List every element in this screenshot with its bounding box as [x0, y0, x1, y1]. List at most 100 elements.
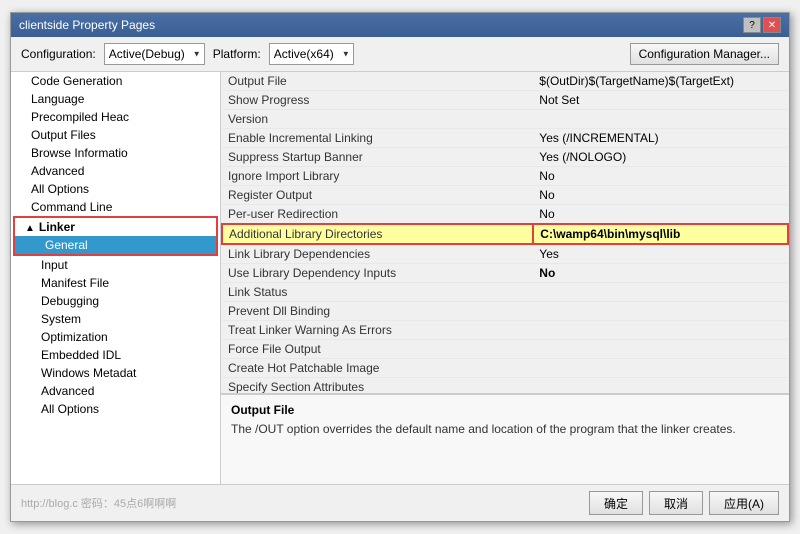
table-row[interactable]: Per-user RedirectionNo — [222, 205, 788, 225]
description-text: The /OUT option overrides the default na… — [231, 421, 779, 438]
property-value: No — [533, 205, 788, 225]
title-bar: clientside Property Pages ? ✕ — [11, 13, 789, 37]
property-value: No — [533, 186, 788, 205]
property-name: Additional Library Directories — [222, 224, 533, 244]
property-value: No — [533, 167, 788, 186]
platform-label: Platform: — [213, 47, 261, 61]
property-name: Force File Output — [222, 340, 533, 359]
property-value: Yes — [533, 244, 788, 264]
table-row[interactable]: Link Library DependenciesYes — [222, 244, 788, 264]
table-row[interactable]: Output File$(OutDir)$(TargetName)$(Targe… — [222, 72, 788, 91]
sidebar-item-language[interactable]: Language — [11, 90, 220, 108]
property-name: Use Library Dependency Inputs — [222, 264, 533, 283]
table-row[interactable]: Enable Incremental LinkingYes (/INCREMEN… — [222, 129, 788, 148]
property-name: Register Output — [222, 186, 533, 205]
config-manager-button[interactable]: Configuration Manager... — [630, 43, 779, 65]
property-value — [533, 340, 788, 359]
main-content: Code Generation Language Precompiled Hea… — [11, 72, 789, 484]
property-name: Treat Linker Warning As Errors — [222, 321, 533, 340]
property-name: Prevent Dll Binding — [222, 302, 533, 321]
properties-table: Output File$(OutDir)$(TargetName)$(Targe… — [221, 72, 789, 394]
bottom-bar: http://blog.c 密码：45点6啊啊啊 确定 取消 应用(A) — [11, 484, 789, 521]
configuration-label: Configuration: — [21, 47, 96, 61]
property-name: Enable Incremental Linking — [222, 129, 533, 148]
property-pages-window: clientside Property Pages ? ✕ Configurat… — [10, 12, 790, 522]
property-value — [533, 110, 788, 129]
property-name: Link Status — [222, 283, 533, 302]
table-row[interactable]: Prevent Dll Binding — [222, 302, 788, 321]
apply-button[interactable]: 应用(A) — [709, 491, 779, 515]
property-value — [533, 283, 788, 302]
sidebar-item-output-files[interactable]: Output Files — [11, 126, 220, 144]
cancel-button[interactable]: 取消 — [649, 491, 703, 515]
sidebar-item-advanced2[interactable]: Advanced — [11, 382, 220, 400]
table-row[interactable]: Register OutputNo — [222, 186, 788, 205]
property-value: Not Set — [533, 91, 788, 110]
configuration-select[interactable]: Active(Debug) — [104, 43, 205, 65]
sidebar-item-debugging[interactable]: Debugging — [11, 292, 220, 310]
property-value — [533, 302, 788, 321]
sidebar-section-linker[interactable]: ▲ Linker — [15, 218, 216, 236]
property-value — [533, 359, 788, 378]
configuration-select-wrap[interactable]: Active(Debug) — [104, 43, 205, 65]
table-row[interactable]: Show ProgressNot Set — [222, 91, 788, 110]
property-value — [533, 378, 788, 395]
description-title: Output File — [231, 403, 779, 417]
title-bar-buttons: ? ✕ — [743, 17, 781, 33]
linker-section-box: ▲ Linker General — [13, 216, 218, 256]
right-panel: Output File$(OutDir)$(TargetName)$(Targe… — [221, 72, 789, 484]
table-row[interactable]: Version — [222, 110, 788, 129]
sidebar-item-input[interactable]: Input — [11, 256, 220, 274]
window-title: clientside Property Pages — [19, 18, 155, 32]
table-row[interactable]: Create Hot Patchable Image — [222, 359, 788, 378]
sidebar-item-embedded-idl[interactable]: Embedded IDL — [11, 346, 220, 364]
table-row[interactable]: Additional Library DirectoriesC:\wamp64\… — [222, 224, 788, 244]
sidebar-item-command-line[interactable]: Command Line — [11, 198, 220, 216]
property-name: Version — [222, 110, 533, 129]
config-bar: Configuration: Active(Debug) Platform: A… — [11, 37, 789, 72]
sidebar-item-all-options2[interactable]: All Options — [11, 400, 220, 418]
table-row[interactable]: Force File Output — [222, 340, 788, 359]
property-name: Suppress Startup Banner — [222, 148, 533, 167]
platform-select-wrap[interactable]: Active(x64) — [269, 43, 354, 65]
table-row[interactable]: Ignore Import LibraryNo — [222, 167, 788, 186]
sidebar-item-advanced[interactable]: Advanced — [11, 162, 220, 180]
description-panel: Output File The /OUT option overrides th… — [221, 394, 789, 484]
linker-arrow-icon: ▲ — [25, 223, 35, 234]
properties-grid: Output File$(OutDir)$(TargetName)$(Targe… — [221, 72, 789, 394]
property-name: Show Progress — [222, 91, 533, 110]
property-name: Output File — [222, 72, 533, 91]
table-row[interactable]: Specify Section Attributes — [222, 378, 788, 395]
property-value: $(OutDir)$(TargetName)$(TargetExt) — [533, 72, 788, 91]
sidebar-item-windows-metadata[interactable]: Windows Metadat — [11, 364, 220, 382]
sidebar: Code Generation Language Precompiled Hea… — [11, 72, 221, 484]
linker-label: Linker — [39, 220, 75, 234]
platform-select[interactable]: Active(x64) — [269, 43, 354, 65]
sidebar-item-system[interactable]: System — [11, 310, 220, 328]
table-row[interactable]: Link Status — [222, 283, 788, 302]
property-value: Yes (/INCREMENTAL) — [533, 129, 788, 148]
sidebar-item-all-options[interactable]: All Options — [11, 180, 220, 198]
property-value — [533, 321, 788, 340]
sidebar-item-manifest[interactable]: Manifest File — [11, 274, 220, 292]
property-name: Ignore Import Library — [222, 167, 533, 186]
property-name: Create Hot Patchable Image — [222, 359, 533, 378]
close-button[interactable]: ✕ — [763, 17, 781, 33]
ok-button[interactable]: 确定 — [589, 491, 643, 515]
table-row[interactable]: Use Library Dependency InputsNo — [222, 264, 788, 283]
sidebar-item-code-generation[interactable]: Code Generation — [11, 72, 220, 90]
sidebar-item-browse[interactable]: Browse Informatio — [11, 144, 220, 162]
property-value: C:\wamp64\bin\mysql\lib — [533, 224, 788, 244]
sidebar-item-precompiled[interactable]: Precompiled Heac — [11, 108, 220, 126]
property-value: Yes (/NOLOGO) — [533, 148, 788, 167]
property-name: Link Library Dependencies — [222, 244, 533, 264]
sidebar-item-general[interactable]: General — [15, 236, 216, 254]
help-button[interactable]: ? — [743, 17, 761, 33]
watermark-text: http://blog.c 密码：45点6啊啊啊 — [21, 495, 176, 511]
sidebar-item-optimization[interactable]: Optimization — [11, 328, 220, 346]
table-row[interactable]: Treat Linker Warning As Errors — [222, 321, 788, 340]
property-name: Specify Section Attributes — [222, 378, 533, 395]
table-row[interactable]: Suppress Startup BannerYes (/NOLOGO) — [222, 148, 788, 167]
property-value: No — [533, 264, 788, 283]
property-name: Per-user Redirection — [222, 205, 533, 225]
